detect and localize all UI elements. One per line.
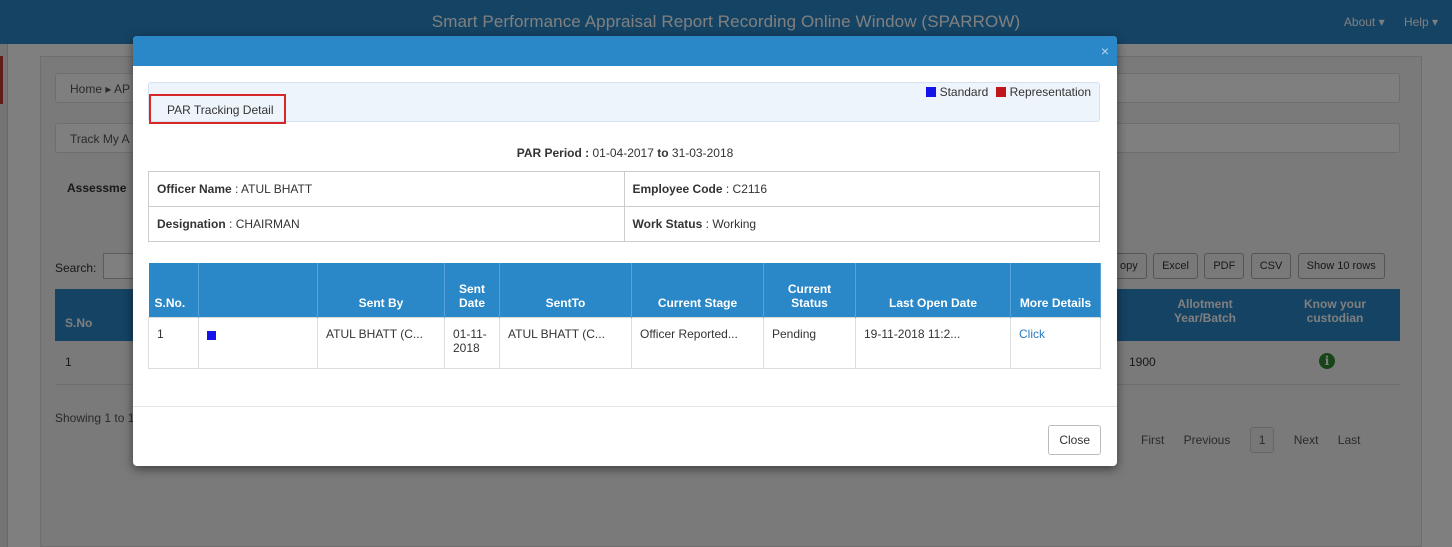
work-status: Working — [712, 217, 757, 231]
cell-current-stage: Officer Reported... — [631, 316, 764, 369]
modal-header: × — [133, 36, 1117, 66]
legend-representation: Representation — [995, 85, 1091, 99]
sent-date-line1: 01-11- — [453, 326, 487, 341]
tracking-panel: PAR Tracking Detail Standard Representat… — [148, 82, 1100, 124]
col-current-status: Current Status — [763, 263, 856, 317]
par-tracking-modal: × PAR Tracking Detail Standard Represent… — [133, 36, 1117, 466]
col-current-stage: Current Stage — [631, 263, 764, 317]
modal-footer: Close — [133, 406, 1117, 466]
col-sent-to: SentTo — [499, 263, 632, 317]
close-icon[interactable]: × — [1101, 43, 1109, 59]
table-row: 1 ATUL BHATT (C... 01-11- 2018 ATUL BHATT… — [148, 316, 1101, 369]
tracking-table: S.No. Sent By Sent Date SentTo Current S… — [148, 263, 1101, 369]
cell-sent-to: ATUL BHATT (C... — [499, 316, 632, 369]
legend-standard: Standard — [925, 85, 992, 99]
officer-name-label: Officer Name — [157, 182, 232, 196]
officer-name: ATUL BHATT — [241, 182, 313, 196]
standard-square-icon — [207, 330, 216, 340]
close-button[interactable]: Close — [1048, 425, 1101, 455]
cell-more-details: Click — [1010, 316, 1101, 369]
legend-representation-label: Representation — [1009, 85, 1091, 99]
col-last-open-date: Last Open Date — [855, 263, 1011, 317]
period-to-word: to — [657, 146, 669, 160]
col-sno: S.No. — [148, 263, 199, 317]
standard-square-icon — [925, 87, 936, 97]
cell-sent-by: ATUL BHATT (C... — [317, 316, 445, 369]
col-more-details: More Details — [1010, 263, 1101, 317]
employee-code-cell: Employee Code : C2116 — [623, 171, 1100, 207]
designation: CHAIRMAN — [235, 217, 300, 231]
designation-cell: Designation : CHAIRMAN — [148, 206, 625, 242]
designation-label: Designation — [157, 217, 226, 231]
cell-sno: 1 — [148, 316, 199, 369]
col-sent-by: Sent By — [317, 263, 445, 317]
period-label: PAR Period : — [516, 146, 590, 160]
period-to: 31-03-2018 — [671, 146, 734, 160]
representation-square-icon — [995, 87, 1006, 97]
cell-type — [198, 316, 318, 369]
tracking-title: PAR Tracking Detail — [149, 94, 286, 124]
officer-info-table: Officer Name : ATUL BHATT Employee Code … — [148, 171, 1100, 242]
cell-current-status: Pending — [763, 316, 856, 369]
col-sent-date: Sent Date — [444, 263, 500, 317]
officer-name-cell: Officer Name : ATUL BHATT — [148, 171, 625, 207]
work-status-label: Work Status — [632, 217, 703, 231]
cell-last-open-date: 19-11-2018 11:2... — [855, 316, 1011, 369]
legend-standard-label: Standard — [939, 85, 989, 99]
par-period: PAR Period : 01-04-2017 to 31-03-2018 — [133, 146, 1117, 160]
legend: Standard Representation — [922, 85, 1091, 99]
table-header-row: S.No. Sent By Sent Date SentTo Current S… — [148, 263, 1101, 317]
col-type — [198, 263, 318, 317]
sent-date-line2: 2018 — [453, 340, 480, 355]
employee-code: C2116 — [732, 182, 768, 196]
work-status-cell: Work Status : Working — [623, 206, 1100, 242]
period-from: 01-04-2017 — [592, 146, 654, 160]
more-details-link[interactable]: Click — [1019, 327, 1045, 341]
cell-sent-date: 01-11- 2018 — [444, 316, 500, 369]
employee-code-label: Employee Code — [632, 182, 723, 196]
